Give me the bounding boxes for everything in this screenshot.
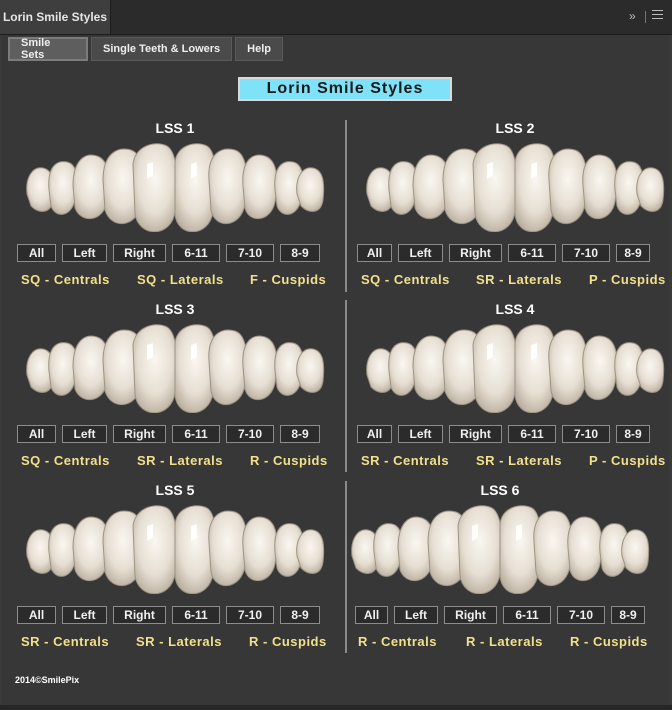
laterals-label: SR - Laterals	[136, 634, 222, 649]
smile-set-lss-5: LSS 5 All Left Right 6-11 7-10 8-9 SR - …	[5, 482, 345, 663]
smile-set-lss-3: LSS 3 All Left Right 6-11 7-10 8-9 SQ - …	[5, 301, 345, 482]
centrals-label: SR - Centrals	[361, 453, 450, 468]
cuspids-label: R - Cuspids	[249, 634, 327, 649]
teeth-6-11-button[interactable]: 6-11	[508, 244, 556, 262]
shape-labels: SR - Centrals SR - Laterals R - Cuspids	[5, 634, 345, 650]
subtab-single-teeth-lowers[interactable]: Single Teeth & Lowers	[91, 37, 233, 61]
teeth-7-10-button[interactable]: 7-10	[226, 244, 274, 262]
shape-labels: SR - Centrals SR - Laterals P - Cuspids	[345, 453, 672, 469]
smile-set-lss-2: LSS 2 All Left Right 6-11 7-10 8-9 SQ - …	[345, 120, 672, 301]
smile-set-lss-4: LSS 4 All Left Right 6-11 7-10 8-9 SR - …	[345, 301, 672, 482]
teeth-6-11-button[interactable]: 6-11	[508, 425, 556, 443]
title-banner: Lorin Smile Styles	[238, 77, 452, 101]
laterals-label: SR - Laterals	[137, 453, 223, 468]
set-title: LSS 3	[155, 301, 195, 317]
teeth-8-9-button[interactable]: 8-9	[280, 244, 320, 262]
window-titlebar: Lorin Smile Styles »	[0, 0, 672, 35]
cuspids-label: P - Cuspids	[589, 453, 666, 468]
button-row: All Left Right 6-11 7-10 8-9	[357, 244, 650, 262]
button-row: All Left Right 6-11 7-10 8-9	[17, 244, 320, 262]
left-button[interactable]: Left	[398, 425, 443, 443]
collapse-icon[interactable]: »	[629, 9, 636, 23]
all-button[interactable]: All	[17, 244, 56, 262]
teeth-preview-image[interactable]	[15, 504, 335, 594]
right-button[interactable]: Right	[113, 244, 166, 262]
cuspids-label: F - Cuspids	[250, 272, 327, 287]
shape-labels: R - Centrals R - Laterals R - Cuspids	[330, 634, 670, 650]
set-title: LSS 4	[495, 301, 535, 317]
subtab-help[interactable]: Help	[235, 37, 283, 61]
copyright-text: 2014©SmilePix	[15, 675, 80, 685]
button-row: All Left Right 6-11 7-10 8-9	[357, 425, 650, 443]
teeth-preview-image[interactable]	[355, 323, 672, 413]
teeth-6-11-button[interactable]: 6-11	[172, 425, 220, 443]
cuspids-label: P - Cuspids	[589, 272, 666, 287]
laterals-label: SR - Laterals	[476, 272, 562, 287]
right-button[interactable]: Right	[449, 244, 502, 262]
smile-set-lss-6: LSS 6 All Left Right 6-11 7-10 8-9 R - C…	[330, 482, 670, 663]
centrals-label: SQ - Centrals	[21, 272, 110, 287]
centrals-label: SR - Centrals	[21, 634, 110, 649]
teeth-7-10-button[interactable]: 7-10	[226, 425, 274, 443]
button-row: All Left Right 6-11 7-10 8-9	[17, 606, 320, 624]
subtab-bar: Smile Sets Single Teeth & Lowers Help	[8, 37, 283, 61]
smile-set-lss-1: LSS 1 All Left Right 6-11 7-10 8-9 SQ - …	[5, 120, 345, 301]
shape-labels: SQ - Centrals SQ - Laterals F - Cuspids	[5, 272, 345, 288]
teeth-preview-image[interactable]	[355, 142, 672, 232]
left-button[interactable]: Left	[62, 244, 107, 262]
cuspids-label: R - Cuspids	[250, 453, 328, 468]
right-button[interactable]: Right	[113, 425, 166, 443]
teeth-8-9-button[interactable]: 8-9	[616, 244, 650, 262]
teeth-8-9-button[interactable]: 8-9	[611, 606, 645, 624]
laterals-label: SR - Laterals	[476, 453, 562, 468]
teeth-7-10-button[interactable]: 7-10	[562, 425, 610, 443]
teeth-preview-image[interactable]	[15, 323, 335, 413]
button-row: All Left Right 6-11 7-10 8-9	[355, 606, 645, 624]
titlebar-divider	[645, 11, 646, 23]
cuspids-label: R - Cuspids	[570, 634, 648, 649]
set-title: LSS 2	[495, 120, 535, 136]
teeth-8-9-button[interactable]: 8-9	[616, 425, 650, 443]
set-title: LSS 1	[155, 120, 195, 136]
teeth-7-10-button[interactable]: 7-10	[557, 606, 605, 624]
all-button[interactable]: All	[17, 425, 56, 443]
teeth-8-9-button[interactable]: 8-9	[280, 606, 320, 624]
teeth-7-10-button[interactable]: 7-10	[226, 606, 274, 624]
laterals-label: R - Laterals	[466, 634, 543, 649]
left-button[interactable]: Left	[62, 425, 107, 443]
left-button[interactable]: Left	[62, 606, 107, 624]
left-button[interactable]: Left	[398, 244, 443, 262]
teeth-8-9-button[interactable]: 8-9	[280, 425, 320, 443]
teeth-6-11-button[interactable]: 6-11	[172, 606, 220, 624]
all-button[interactable]: All	[357, 425, 392, 443]
subtab-smile-sets[interactable]: Smile Sets	[8, 37, 88, 61]
panel-menu-icon[interactable]	[652, 10, 663, 22]
centrals-label: SQ - Centrals	[21, 453, 110, 468]
right-button[interactable]: Right	[444, 606, 497, 624]
teeth-preview-image[interactable]	[15, 142, 335, 232]
all-button[interactable]: All	[355, 606, 388, 624]
shape-labels: SQ - Centrals SR - Laterals R - Cuspids	[5, 453, 345, 469]
centrals-label: SQ - Centrals	[361, 272, 450, 287]
bottom-bar	[0, 705, 672, 710]
all-button[interactable]: All	[357, 244, 392, 262]
tab-lorin-smile-styles[interactable]: Lorin Smile Styles	[0, 0, 111, 34]
right-button[interactable]: Right	[449, 425, 502, 443]
laterals-label: SQ - Laterals	[137, 272, 224, 287]
button-row: All Left Right 6-11 7-10 8-9	[17, 425, 320, 443]
all-button[interactable]: All	[17, 606, 56, 624]
teeth-preview-image[interactable]	[340, 504, 660, 594]
teeth-6-11-button[interactable]: 6-11	[172, 244, 220, 262]
teeth-6-11-button[interactable]: 6-11	[503, 606, 551, 624]
shape-labels: SQ - Centrals SR - Laterals P - Cuspids	[345, 272, 672, 288]
set-title: LSS 6	[480, 482, 520, 498]
set-title: LSS 5	[155, 482, 195, 498]
centrals-label: R - Centrals	[358, 634, 437, 649]
left-button[interactable]: Left	[394, 606, 438, 624]
teeth-7-10-button[interactable]: 7-10	[562, 244, 610, 262]
right-button[interactable]: Right	[113, 606, 166, 624]
